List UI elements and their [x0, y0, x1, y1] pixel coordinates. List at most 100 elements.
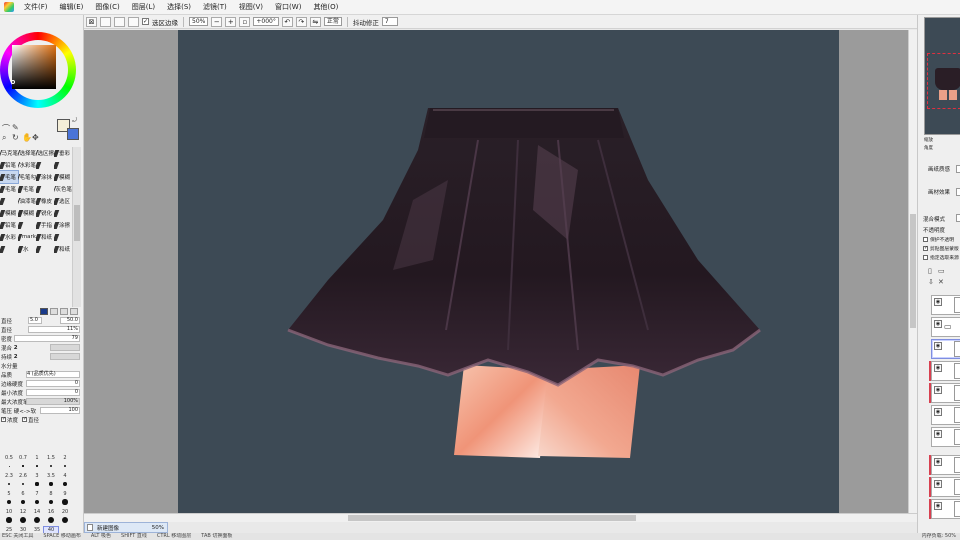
brush-size-preset[interactable]: 14 [30, 509, 44, 524]
new-layer-icon[interactable]: ▯ [928, 267, 932, 275]
brush-shape-square-button[interactable] [70, 308, 78, 315]
menu-other[interactable]: 其他(O) [307, 0, 344, 15]
brush-size-preset[interactable]: 4 [58, 473, 72, 486]
brush-size-min[interactable]: 5.0 [28, 317, 42, 324]
select-all-button[interactable] [114, 16, 125, 27]
merge-layer-icon[interactable]: ⇩ [928, 278, 934, 286]
rotate-left-button[interactable]: ↶ [281, 16, 293, 27]
tool-slot[interactable] [18, 219, 36, 231]
brush-size-preset[interactable]: 20 [58, 509, 72, 524]
brush-edge-slider[interactable]: 0 [26, 380, 80, 387]
brush-shape-flat-button[interactable] [60, 308, 68, 315]
tool-slot[interactable] [54, 207, 72, 219]
tool-slot[interactable]: 马克笔 [0, 147, 18, 159]
tool-slot[interactable]: 锐化 [36, 207, 54, 219]
tool-slot[interactable] [54, 159, 72, 171]
layer-row-selected[interactable]: ◉ [931, 339, 960, 359]
brush-size-preset[interactable]: 10 [2, 509, 16, 523]
brush-size-preset[interactable]: 6 [16, 491, 30, 505]
tool-slot[interactable]: 水彩笔 [18, 159, 36, 171]
tool-slot[interactable]: 选择笔 [18, 147, 36, 159]
tool-slot[interactable]: 灰色笔 [54, 183, 72, 195]
brush-size-preset[interactable]: 1 [30, 455, 44, 467]
brush-size-preset[interactable]: 1.5 [44, 455, 58, 467]
tool-slot[interactable]: 毛笔勾 [18, 171, 36, 183]
eye-icon[interactable]: ◉ [934, 502, 942, 510]
horizontal-scrollbar-thumb[interactable] [348, 515, 636, 521]
brush-min-size-slider[interactable]: 11% [28, 326, 80, 333]
menu-window[interactable]: 窗口(W) [269, 0, 307, 15]
tool-slot-selected[interactable]: 毛笔 [0, 170, 19, 184]
brush-blend-slider[interactable] [50, 344, 80, 351]
deselect-button[interactable]: ⊠ [86, 16, 97, 27]
rotate-icon[interactable]: ↻ [12, 133, 19, 142]
brush-blend-value[interactable]: 2 [14, 345, 18, 351]
layer-row[interactable]: ◉ [931, 455, 960, 475]
eye-icon[interactable]: ◉ [934, 408, 942, 416]
brush-size-preset[interactable]: 3 [30, 473, 44, 486]
paper-texture-select[interactable] [956, 165, 960, 173]
tool-slot[interactable]: mark [18, 231, 36, 243]
tool-slot[interactable] [36, 183, 54, 195]
tool-slot[interactable]: 模糊 [54, 171, 72, 183]
tool-slot[interactable] [0, 195, 18, 207]
move-icon[interactable]: ✥ [32, 133, 39, 142]
zoom-field[interactable]: 50% [189, 17, 209, 26]
layer-row[interactable]: ◉ [931, 383, 960, 403]
layer-folder-row[interactable]: ◉ ▭ [931, 317, 960, 337]
pressure-size-checkbox[interactable]: ✓ [22, 417, 27, 422]
stabilizer-select[interactable]: 7 [381, 17, 398, 26]
eye-icon[interactable]: ◉ [934, 364, 942, 372]
tool-slot[interactable]: 垂彩 [54, 147, 72, 159]
hand-icon[interactable]: ✋ [22, 133, 32, 142]
brush-size-preset[interactable]: 12 [16, 509, 30, 523]
tool-slot[interactable]: 水彩 [0, 231, 18, 243]
menu-file[interactable]: 文件(F) [18, 0, 54, 15]
tool-slot[interactable]: 选区 [54, 195, 72, 207]
brush-size-preset[interactable]: 0.7 [16, 455, 30, 467]
transform-button[interactable] [128, 16, 139, 27]
zoom-reset-button[interactable]: ▫ [239, 16, 251, 27]
navigator-preview[interactable] [924, 17, 960, 135]
menu-view[interactable]: 视图(V) [233, 0, 269, 15]
tool-slot[interactable] [0, 243, 18, 255]
tool-slot[interactable]: 选区擦 [36, 147, 54, 159]
tool-slot[interactable]: 模糊 [0, 207, 18, 219]
eyedropper-icon[interactable]: ✎ [12, 123, 19, 132]
eye-icon[interactable]: ◉ [934, 430, 942, 438]
tool-slot[interactable]: 橡皮 [36, 195, 54, 207]
selection-edge-checkbox[interactable]: ✓ [142, 18, 149, 25]
tool-slot[interactable]: 毛笔 [0, 183, 18, 195]
navigator-view-frame[interactable] [927, 53, 960, 109]
brush-size-preset[interactable]: 2 [58, 455, 72, 468]
flip-button[interactable]: ⇋ [309, 16, 321, 27]
tool-slot[interactable]: 铅笔 [0, 159, 18, 171]
tool-slot[interactable]: 涂抹 [36, 171, 54, 183]
eye-icon[interactable]: ◉ [934, 386, 942, 394]
eye-icon[interactable]: ◉ [934, 298, 942, 306]
menu-layer[interactable]: 图层(L) [126, 0, 161, 15]
rotation-field[interactable]: +000° [253, 17, 279, 26]
layer-row[interactable]: ◉ [931, 405, 960, 425]
color-picker-marker[interactable] [11, 80, 15, 84]
zoom-icon[interactable]: ⌕ [2, 133, 6, 143]
tool-slot[interactable] [36, 243, 54, 255]
menu-edit[interactable]: 编辑(E) [54, 0, 90, 15]
tool-slot[interactable]: 模糊 [18, 207, 36, 219]
eye-icon[interactable]: ◉ [934, 458, 942, 466]
tool-slot[interactable]: 水 [18, 243, 36, 255]
brush-size-preset[interactable]: 16 [44, 509, 58, 524]
background-color-swatch[interactable] [67, 128, 79, 140]
eye-icon[interactable]: ◉ [934, 320, 942, 328]
drawing-canvas[interactable] [178, 30, 839, 513]
canvas-tab[interactable]: 新建图像 50% [84, 522, 168, 533]
color-saturation-square[interactable] [12, 45, 56, 89]
rotate-right-button[interactable]: ↷ [295, 16, 307, 27]
brush-quality-select[interactable]: 4 (品质优先) [26, 371, 80, 378]
brush-size-preset[interactable]: 8 [44, 491, 58, 505]
brush-persistence-slider[interactable] [50, 353, 80, 360]
zoom-in-button[interactable]: + [225, 16, 237, 27]
brush-size-preset[interactable]: 9 [58, 491, 72, 505]
blend-mode-select[interactable] [956, 214, 960, 222]
canvas-horizontal-scrollbar[interactable] [84, 513, 917, 522]
